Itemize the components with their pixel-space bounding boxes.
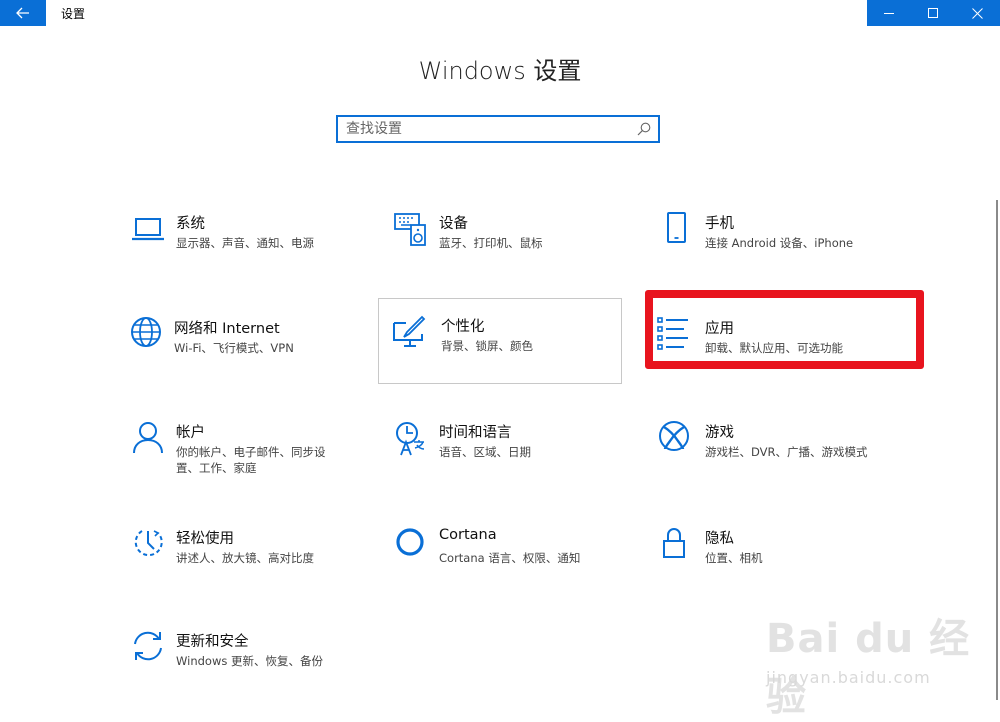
back-arrow-icon xyxy=(16,7,29,19)
tile-title: Cortana xyxy=(439,527,497,543)
tile-title: 隐私 xyxy=(705,531,734,547)
title-bar: 设置 xyxy=(0,0,1000,26)
tile-title: 手机 xyxy=(705,216,734,232)
tile-title: 系统 xyxy=(176,216,205,232)
clock-language-icon xyxy=(396,422,425,456)
window-controls xyxy=(867,0,1000,26)
cortana-icon xyxy=(396,528,424,556)
window-title: 设置 xyxy=(61,7,86,21)
tile-description: 连接 Android 设备、iPhone xyxy=(705,236,854,250)
lock-icon xyxy=(663,528,685,558)
tile-description: Cortana 语言、权限、通知 xyxy=(439,551,581,565)
search-icon[interactable] xyxy=(637,122,651,136)
scrollbar[interactable] xyxy=(996,200,998,700)
page-title: Windows 设置 xyxy=(418,57,582,85)
tile-network[interactable]: 网络和 Internet Wi-Fi、飞行模式、VPN xyxy=(124,315,374,395)
maximize-button[interactable] xyxy=(911,0,955,26)
tile-phone[interactable]: 手机 连接 Android 设备、iPhone xyxy=(655,210,905,290)
search-input[interactable] xyxy=(346,117,626,141)
tile-description: 背景、锁屏、颜色 xyxy=(441,339,533,353)
tile-description: 你的帐户、电子邮件、同步设置、工作、家庭 xyxy=(176,445,326,475)
tile-gaming[interactable]: 游戏 游戏栏、DVR、广播、游戏模式 xyxy=(652,419,902,499)
tile-title: 时间和语言 xyxy=(439,425,512,441)
tile-title: 设备 xyxy=(439,216,468,232)
minimize-icon xyxy=(883,12,894,14)
xbox-icon xyxy=(659,421,689,451)
back-button[interactable] xyxy=(0,0,46,26)
tile-description: Wi-Fi、飞行模式、VPN xyxy=(174,341,294,355)
tile-title: 个性化 xyxy=(441,319,485,335)
person-icon xyxy=(133,422,163,454)
tile-description: 蓝牙、打印机、鼠标 xyxy=(439,236,543,250)
tile-cortana[interactable]: Cortana Cortana 语言、权限、通知 xyxy=(389,525,639,605)
close-button[interactable] xyxy=(956,0,1000,26)
tile-description: 位置、相机 xyxy=(705,551,763,565)
ease-of-access-icon xyxy=(134,530,163,557)
tile-personalization[interactable]: 个性化 背景、锁屏、颜色 xyxy=(378,298,622,384)
tile-ease-of-access[interactable]: 轻松使用 讲述人、放大镜、高对比度 xyxy=(126,525,376,605)
tile-title: 网络和 Internet xyxy=(174,321,280,337)
paintbrush-monitor-icon xyxy=(393,315,426,347)
tile-devices[interactable]: 设备 蓝牙、打印机、鼠标 xyxy=(389,210,639,290)
tile-title: 帐户 xyxy=(176,425,205,441)
tile-privacy[interactable]: 隐私 位置、相机 xyxy=(652,525,902,605)
watermark-brand: Bai du 经验 xyxy=(766,616,971,720)
laptop-icon xyxy=(132,218,164,241)
tile-time-language[interactable]: 时间和语言 语音、区域、日期 xyxy=(389,419,639,499)
keyboard-speaker-icon xyxy=(394,213,426,246)
tile-title: 游戏 xyxy=(705,425,734,441)
tile-description: 游戏栏、DVR、广播、游戏模式 xyxy=(705,445,868,459)
close-icon xyxy=(972,7,984,19)
sync-icon xyxy=(134,631,162,661)
phone-icon xyxy=(667,212,686,243)
tile-description: 讲述人、放大镜、高对比度 xyxy=(176,551,314,565)
tile-update-security[interactable]: 更新和安全 Windows 更新、恢复、备份 xyxy=(126,628,376,708)
tile-title: 轻松使用 xyxy=(176,531,234,547)
tile-accounts[interactable]: 帐户 你的帐户、电子邮件、同步设置、工作、家庭 xyxy=(126,419,376,499)
highlight-annotation xyxy=(645,290,924,369)
maximize-icon xyxy=(927,7,938,18)
tile-description: Windows 更新、恢复、备份 xyxy=(176,654,323,668)
globe-icon xyxy=(131,317,161,347)
search-box[interactable] xyxy=(336,115,660,143)
tile-title: 更新和安全 xyxy=(176,634,249,650)
tile-description: 显示器、声音、通知、电源 xyxy=(176,236,314,250)
watermark: Bai du 经验 jingyan.baidu.com xyxy=(766,606,976,720)
watermark-url: jingyan.baidu.com xyxy=(766,668,931,687)
tile-description: 语音、区域、日期 xyxy=(439,445,531,459)
minimize-button[interactable] xyxy=(867,0,911,26)
tile-system[interactable]: 系统 显示器、声音、通知、电源 xyxy=(126,210,376,290)
